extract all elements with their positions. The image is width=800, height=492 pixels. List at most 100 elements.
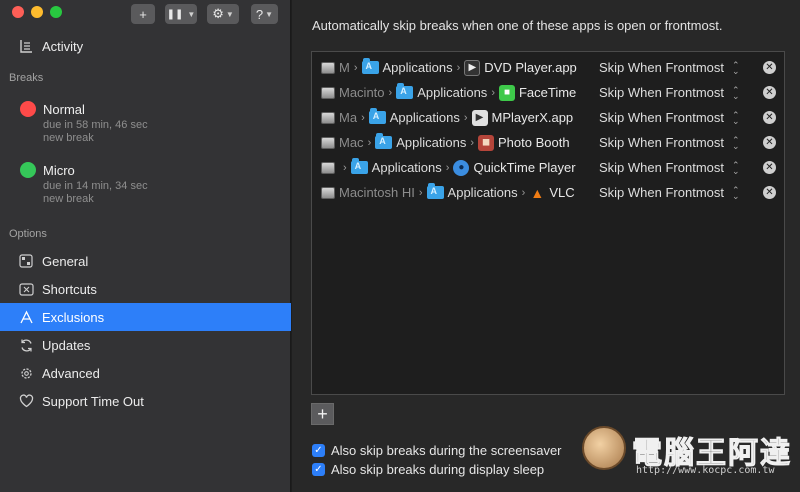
vlc-icon: ▲ xyxy=(530,184,545,201)
app-path: M › Applications › ▶ DVD Player.app xyxy=(321,55,583,80)
hard-disk-icon xyxy=(321,61,335,74)
mplayerx-icon: ▶ xyxy=(471,109,488,126)
sidebar-item-updates[interactable]: Updates xyxy=(0,331,291,359)
exclusions-pane: Automatically skip breaks when one of th… xyxy=(292,0,800,492)
remove-exclusion-button[interactable]: ✕ xyxy=(763,86,776,99)
applications-folder-icon xyxy=(368,108,386,124)
applications-folder-icon xyxy=(361,58,379,74)
break-name: Normal xyxy=(43,102,85,117)
plus-icon: + xyxy=(317,403,328,424)
list-item[interactable]: Macinto › Applications › ■ FaceTime Skip… xyxy=(312,80,784,105)
app-name: DVD Player.app xyxy=(484,60,577,75)
applications-folder-icon xyxy=(350,158,368,174)
minimize-window-button[interactable] xyxy=(31,6,43,18)
list-item[interactable]: Macintosh HI › Applications › ▲ VLC Skip… xyxy=(312,180,784,205)
folder-name: Applications xyxy=(382,60,453,75)
sidebar-item-exclusions[interactable]: Exclusions xyxy=(0,303,291,331)
path-separator-icon: › xyxy=(388,86,393,99)
sidebar-item-label: Support Time Out xyxy=(42,393,144,409)
gear-icon: ⚙ xyxy=(212,6,224,21)
volume-name: Macinto xyxy=(339,85,385,100)
up-down-chevron-icon: ⌃ ⌄ xyxy=(732,59,740,76)
sidebar-item-general[interactable]: General xyxy=(0,247,291,275)
path-separator-icon: › xyxy=(361,111,365,124)
skip-mode-select[interactable]: Skip When Frontmost ⌃ ⌄ xyxy=(599,80,740,105)
sidebar-item-support-time-out[interactable]: Support Time Out xyxy=(0,387,291,415)
break-due: due in 58 min, 46 sec xyxy=(43,119,148,131)
watermark: 電腦王阿達 http://www.kocpc.com.tw xyxy=(580,424,794,484)
app-path: Macintosh HI › Applications › ▲ VLC xyxy=(321,180,583,205)
folder-name: Applications xyxy=(417,85,488,100)
skip-mode-select[interactable]: Skip When Frontmost ⌃ ⌄ xyxy=(599,180,740,205)
volume-name: Macintosh HI xyxy=(339,185,415,200)
break-name: Micro xyxy=(43,163,75,178)
path-separator-icon: › xyxy=(418,186,423,199)
chevron-down-icon: ▼ xyxy=(265,9,274,19)
break-item-normal[interactable]: Normal due in 58 min, 46 sec new break xyxy=(20,99,280,145)
quicktime-icon: ● xyxy=(453,159,470,176)
chevron-down-icon: ▼ xyxy=(187,9,196,19)
skip-mode-select[interactable]: Skip When Frontmost ⌃ ⌄ xyxy=(599,55,740,80)
updates-icon xyxy=(18,337,34,353)
list-item[interactable]: M › Applications › ▶ DVD Player.app Skip… xyxy=(312,55,784,80)
hard-disk-icon xyxy=(321,111,335,124)
up-down-chevron-icon: ⌃ ⌄ xyxy=(732,184,740,201)
exclusions-list[interactable]: M › Applications › ▶ DVD Player.app Skip… xyxy=(311,51,785,395)
remove-exclusion-button[interactable]: ✕ xyxy=(763,186,776,199)
photo-booth-icon: ◼ xyxy=(478,134,495,151)
title-bar: + ❚❚ ▼ ⚙ ▼ ? ▼ xyxy=(0,0,290,30)
settings-menu-button[interactable]: ⚙ ▼ xyxy=(207,4,239,24)
folder-name: Applications xyxy=(371,160,442,175)
display-sleep-label: Also skip breaks during display sleep xyxy=(331,462,545,477)
app-path: › Applications › ● QuickTime Player xyxy=(321,155,583,180)
break-next: new break xyxy=(43,193,94,205)
app-name: VLC xyxy=(549,185,575,200)
hard-disk-icon xyxy=(321,136,335,149)
hard-disk-icon xyxy=(321,86,335,99)
hard-disk-icon xyxy=(321,186,335,199)
sidebar-item-label: Advanced xyxy=(42,365,100,381)
break-due: due in 14 min, 34 sec xyxy=(43,180,148,192)
help-menu-button[interactable]: ? ▼ xyxy=(251,4,278,24)
skip-mode-select[interactable]: Skip When Frontmost ⌃ ⌄ xyxy=(599,130,740,155)
screensaver-checkbox-row[interactable]: ✓ Also skip breaks during the screensave… xyxy=(312,443,562,458)
pause-menu-button[interactable]: ❚❚ ▼ xyxy=(165,4,197,24)
path-separator-icon: › xyxy=(343,161,347,174)
activity-icon xyxy=(18,38,34,54)
screensaver-checkbox[interactable]: ✓ xyxy=(312,444,325,457)
sidebar-item-shortcuts[interactable]: Shortcuts xyxy=(0,275,291,303)
app-name: FaceTime xyxy=(518,85,577,100)
app-path: Mac › Applications › ◼ Photo Booth xyxy=(321,130,583,155)
sidebar-item-advanced[interactable]: Advanced xyxy=(0,359,291,387)
display-sleep-checkbox-row[interactable]: ✓ Also skip breaks during display sleep xyxy=(312,462,544,477)
plus-icon: + xyxy=(139,6,147,22)
remove-exclusion-button[interactable]: ✕ xyxy=(763,136,776,149)
skip-mode-select[interactable]: Skip When Frontmost ⌃ ⌄ xyxy=(599,105,740,130)
sidebar-item-activity[interactable]: Activity xyxy=(0,32,291,60)
volume-name: Ma xyxy=(339,110,358,125)
app-name: MPlayerX.app xyxy=(491,110,574,125)
remove-exclusion-button[interactable]: ✕ xyxy=(763,61,776,74)
break-item-micro[interactable]: Micro due in 14 min, 34 sec new break xyxy=(20,160,280,206)
zoom-window-button[interactable] xyxy=(50,6,62,18)
list-item[interactable]: › Applications › ● QuickTime Player Skip… xyxy=(312,155,784,180)
remove-exclusion-button[interactable]: ✕ xyxy=(763,111,776,124)
add-break-button[interactable]: + xyxy=(131,4,155,24)
up-down-chevron-icon: ⌃ ⌄ xyxy=(732,84,740,101)
path-separator-icon: › xyxy=(521,186,526,199)
list-item[interactable]: Mac › Applications › ◼ Photo Booth Skip … xyxy=(312,130,784,155)
list-item[interactable]: Ma › Applications › ▶ MPlayerX.app Skip … xyxy=(312,105,784,130)
path-separator-icon: › xyxy=(367,136,372,149)
remove-exclusion-button[interactable]: ✕ xyxy=(763,161,776,174)
watermark-logo-icon xyxy=(582,426,626,470)
sidebar-item-label: Updates xyxy=(42,337,91,353)
path-separator-icon: › xyxy=(353,61,358,74)
applications-folder-icon xyxy=(426,183,444,199)
break-status-dot xyxy=(20,162,36,178)
general-icon xyxy=(18,253,34,269)
close-window-button[interactable] xyxy=(12,6,24,18)
add-exclusion-button[interactable]: + xyxy=(311,403,334,425)
up-down-chevron-icon: ⌃ ⌄ xyxy=(732,159,740,176)
display-sleep-checkbox[interactable]: ✓ xyxy=(312,463,325,476)
skip-mode-select[interactable]: Skip When Frontmost ⌃ ⌄ xyxy=(599,155,740,180)
